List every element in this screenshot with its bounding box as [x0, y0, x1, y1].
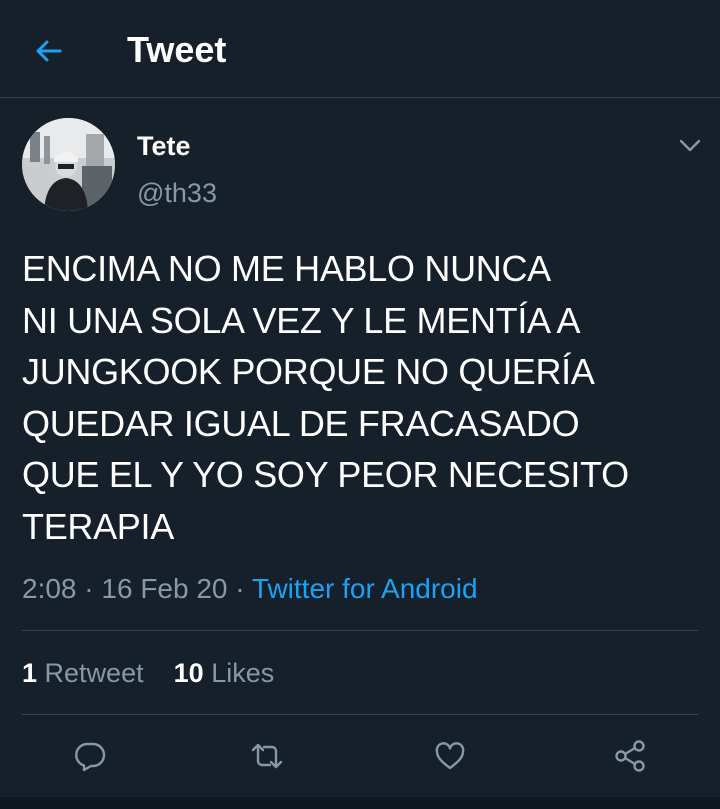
- tweet-text-line: QUEDAR IGUAL DE FRACASADO: [22, 402, 580, 444]
- retweets-label: Retweet: [44, 658, 144, 688]
- tweet-text-line: ENCIMA NO ME HABLO NUNCA: [22, 248, 551, 289]
- likes-stat[interactable]: 10 Likes: [174, 658, 275, 688]
- divider: [22, 714, 698, 715]
- retweets-count: 1: [22, 658, 38, 688]
- page-title: Tweet: [127, 29, 227, 70]
- arrow-left-icon: [36, 40, 62, 62]
- chevron-down-icon: [679, 139, 701, 152]
- back-button[interactable]: [22, 24, 76, 78]
- retweet-icon: [251, 743, 283, 769]
- tweet-meta: 2:08 · 16 Feb 20 · Twitter for Android: [22, 572, 478, 606]
- like-icon: [435, 742, 465, 770]
- meta-separator: ·: [227, 573, 252, 604]
- like-button[interactable]: [426, 732, 474, 780]
- tweet-text: ENCIMA NO ME HABLO NUNCA NI UNA SOLA VEZ…: [22, 243, 702, 552]
- tweet-actions: [0, 722, 720, 788]
- tweet-text-line: QUE EL Y YO SOY PEOR NECESITO: [22, 454, 629, 495]
- top-bar: Tweet: [0, 0, 720, 98]
- likes-label: Likes: [211, 658, 275, 688]
- tweet-time: 2:08: [22, 573, 77, 604]
- tweet-date: 16 Feb 20: [101, 573, 228, 604]
- share-icon: [615, 740, 645, 772]
- retweet-button[interactable]: [243, 732, 291, 780]
- reply-button[interactable]: [66, 732, 114, 780]
- meta-separator: ·: [76, 573, 102, 604]
- tweet-text-line: TERAPIA: [22, 505, 174, 547]
- tweet-text-line: NI UNA SOLA VEZ Y LE MENTÍA A: [22, 299, 581, 341]
- divider: [22, 630, 698, 631]
- tweet-source-link[interactable]: Twitter for Android: [252, 573, 478, 604]
- more-options-button[interactable]: [672, 128, 708, 164]
- bottom-edge: [0, 797, 720, 809]
- author-name[interactable]: Tete: [137, 130, 191, 162]
- tweet-stats: 1 Retweet 10 Likes: [22, 656, 274, 690]
- likes-count: 10: [173, 658, 204, 688]
- avatar[interactable]: [22, 118, 115, 211]
- author-handle[interactable]: @th33: [137, 177, 217, 209]
- retweets-stat[interactable]: 1 Retweet: [22, 658, 144, 688]
- tweet-text-line: JUNGKOOK PORQUE NO QUERÍA: [22, 351, 595, 392]
- reply-icon: [75, 742, 106, 772]
- share-button[interactable]: [606, 732, 654, 780]
- avatar-photo: [22, 118, 115, 211]
